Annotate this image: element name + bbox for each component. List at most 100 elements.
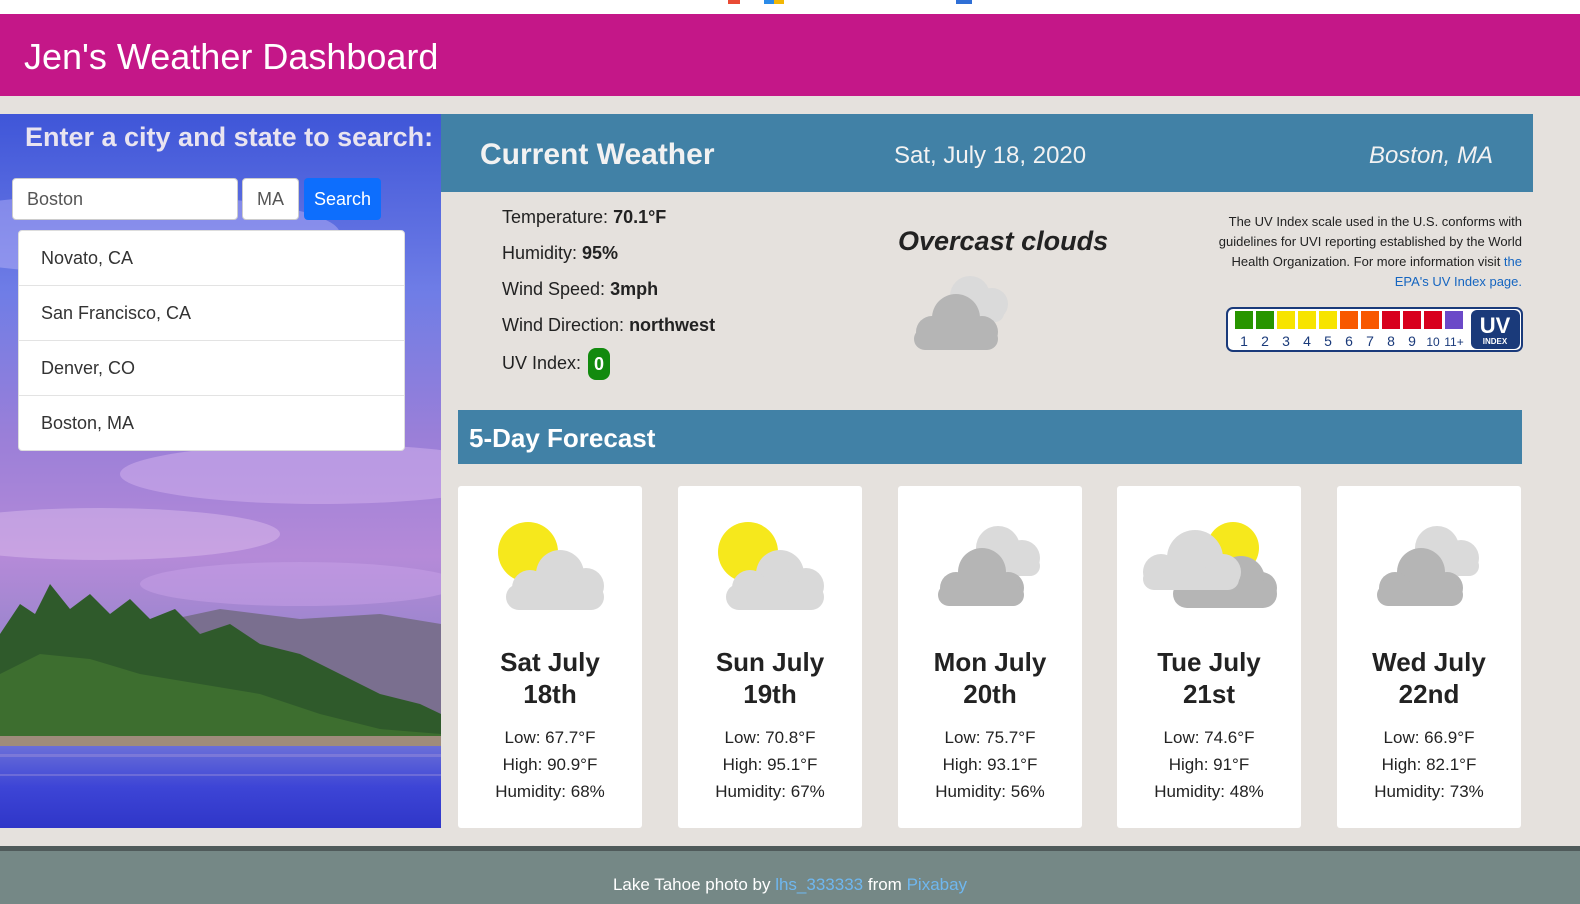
uv-scale-square <box>1445 311 1463 329</box>
current-weather-title: Current Weather <box>480 138 715 171</box>
credit-prefix: Lake Tahoe photo by <box>612 875 776 894</box>
state-input[interactable]: MA <box>242 178 299 220</box>
forecast-values: Low: 75.7°F High: 93.1°F Humidity: 56% <box>898 724 1082 805</box>
app-title: Jen's Weather Dashboard <box>24 36 439 77</box>
forecast-day-date: 21st <box>1182 679 1236 709</box>
uv-info-text: The UV Index scale used in the U.S. conf… <box>1196 212 1522 292</box>
photo-credit: Lake Tahoe photo by lhs_333333 from Pixa… <box>0 875 1580 895</box>
uv-scale-number: 10 <box>1426 335 1440 349</box>
uv-index-row: UV Index: 0 <box>502 348 715 384</box>
forecast-day-date: 18th <box>523 679 577 709</box>
current-city: Boston, MA <box>1368 142 1493 169</box>
uv-scale-number: 7 <box>1366 333 1374 349</box>
uv-index-scale-image: 1 2 3 4 5 6 7 8 9 10 11+ UV INDEX <box>1226 307 1523 352</box>
current-weather-header: Current Weather Sat, July 18, 2020 Bosto… <box>441 114 1533 192</box>
partly-cloudy-icon <box>718 522 824 610</box>
city-search-input[interactable]: Boston <box>12 178 238 220</box>
forecast-card: Sun July 19th Low: 70.8°F High: 95.1°F Hu… <box>678 486 862 828</box>
wind-direction-label: Wind Direction: <box>502 315 625 335</box>
uv-scale-number: 6 <box>1345 333 1353 349</box>
overcast-clouds-icon <box>914 276 1008 350</box>
current-stats: Temperature: 70.1°F Humidity: 95% Wind S… <box>502 204 715 384</box>
uv-scale-square <box>1298 311 1316 329</box>
uv-scale-square <box>1235 311 1253 329</box>
uv-scale-square <box>1382 311 1400 329</box>
lake-tahoe-photo <box>0 114 441 828</box>
uv-scale-square <box>1424 311 1442 329</box>
page-footer: Lake Tahoe photo by lhs_333333 from Pixa… <box>0 846 1580 904</box>
forecast-humidity: Humidity: 48% <box>1154 782 1264 801</box>
forecast-day-name: Sun July <box>715 647 825 677</box>
wind-speed-value: 3mph <box>610 279 659 299</box>
wind-speed-row: Wind Speed: 3mph <box>502 276 715 312</box>
forecast-card: Sat July 18th Low: 67.7°F High: 90.9°F Hu… <box>458 486 642 828</box>
pixabay-link[interactable]: Pixabay <box>907 875 967 894</box>
overcast-clouds-icon <box>938 526 1040 606</box>
forecast-day: Mon July 20th <box>898 646 1082 710</box>
uv-scale-number: 2 <box>1261 333 1269 349</box>
forecast-values: Low: 70.8°F High: 95.1°F Humidity: 67% <box>678 724 862 805</box>
bookmark-icon[interactable] <box>956 0 972 4</box>
search-button[interactable]: Search <box>304 178 381 220</box>
photo-author-link[interactable]: lhs_333333 <box>775 875 863 894</box>
forecast-day: Sat July 18th <box>458 646 642 710</box>
history-item[interactable]: Novato, CA <box>19 231 404 286</box>
uv-info-body: The UV Index scale used in the U.S. conf… <box>1218 214 1522 269</box>
current-date: Sat, July 18, 2020 <box>894 142 1087 169</box>
forecast-low: Low: 70.8°F <box>724 728 816 747</box>
uv-scale-number: 4 <box>1303 333 1311 349</box>
forecast-values: Low: 66.9°F High: 82.1°F Humidity: 73% <box>1337 724 1521 805</box>
bookmark-icon[interactable] <box>764 0 784 4</box>
history-item[interactable]: Boston, MA <box>19 396 404 450</box>
forecast-day: Sun July 19th <box>678 646 862 710</box>
forecast-day-date: 20th <box>963 679 1017 709</box>
forecast-high: High: 95.1°F <box>722 755 818 774</box>
forecast-title: 5-Day Forecast <box>469 423 656 453</box>
forecast-day-date: 22nd <box>1398 679 1460 709</box>
uv-scale-square <box>1403 311 1421 329</box>
humidity-value: 95% <box>582 243 619 263</box>
forecast-card: Mon July 20th Low: 75.7°F High: 93.1°F Hu… <box>898 486 1082 828</box>
forecast-high: High: 91°F <box>1168 755 1250 774</box>
temperature-value: 70.1°F <box>613 207 667 227</box>
mostly-cloudy-icon <box>1143 522 1277 608</box>
humidity-label: Humidity: <box>502 243 578 263</box>
forecast-card: Wed July 22nd Low: 66.9°F High: 82.1°F Hu… <box>1337 486 1521 828</box>
forecast-values: Low: 67.7°F High: 90.9°F Humidity: 68% <box>458 724 642 805</box>
search-history-list: Novato, CA San Francisco, CA Denver, CO … <box>18 230 405 451</box>
forecast-low: Low: 67.7°F <box>504 728 596 747</box>
forecast-humidity: Humidity: 68% <box>495 782 605 801</box>
forecast-humidity: Humidity: 56% <box>935 782 1045 801</box>
uv-scale-square <box>1340 311 1358 329</box>
forecast-low: Low: 66.9°F <box>1383 728 1475 747</box>
forecast-humidity: Humidity: 67% <box>715 782 825 801</box>
forecast-header: 5-Day Forecast <box>458 410 1522 464</box>
forecast-day: Wed July 22nd <box>1337 646 1521 710</box>
uv-scale-square <box>1256 311 1274 329</box>
forecast-day-name: Wed July <box>1372 647 1486 677</box>
forecast-day: Tue July 21st <box>1117 646 1301 710</box>
uv-index-label: UV Index: <box>502 352 582 373</box>
temperature-label: Temperature: <box>502 207 609 227</box>
forecast-day-name: Tue July <box>1157 647 1261 677</box>
forecast-high: High: 90.9°F <box>502 755 598 774</box>
uv-scale-squares <box>1235 311 1463 329</box>
forecast-high: High: 82.1°F <box>1381 755 1477 774</box>
forecast-values: Low: 74.6°F High: 91°F Humidity: 48% <box>1117 724 1301 805</box>
credit-middle: from <box>863 875 907 894</box>
history-item[interactable]: San Francisco, CA <box>19 286 404 341</box>
history-item[interactable]: Denver, CO <box>19 341 404 396</box>
wind-direction-row: Wind Direction: northwest <box>502 312 715 348</box>
uv-scale-number: 1 <box>1240 333 1248 349</box>
forecast-low: Low: 75.7°F <box>944 728 1036 747</box>
uv-index-badge: 0 <box>588 348 611 380</box>
overcast-clouds-icon <box>1377 526 1479 606</box>
forecast-high: High: 93.1°F <box>942 755 1038 774</box>
uv-scale-number: 9 <box>1408 333 1416 349</box>
forecast-low: Low: 74.6°F <box>1163 728 1255 747</box>
forecast-humidity: Humidity: 73% <box>1374 782 1484 801</box>
search-panel <box>0 114 441 828</box>
uv-scale-square <box>1277 311 1295 329</box>
temperature-row: Temperature: 70.1°F <box>502 204 715 240</box>
bookmark-icon[interactable] <box>728 0 740 4</box>
